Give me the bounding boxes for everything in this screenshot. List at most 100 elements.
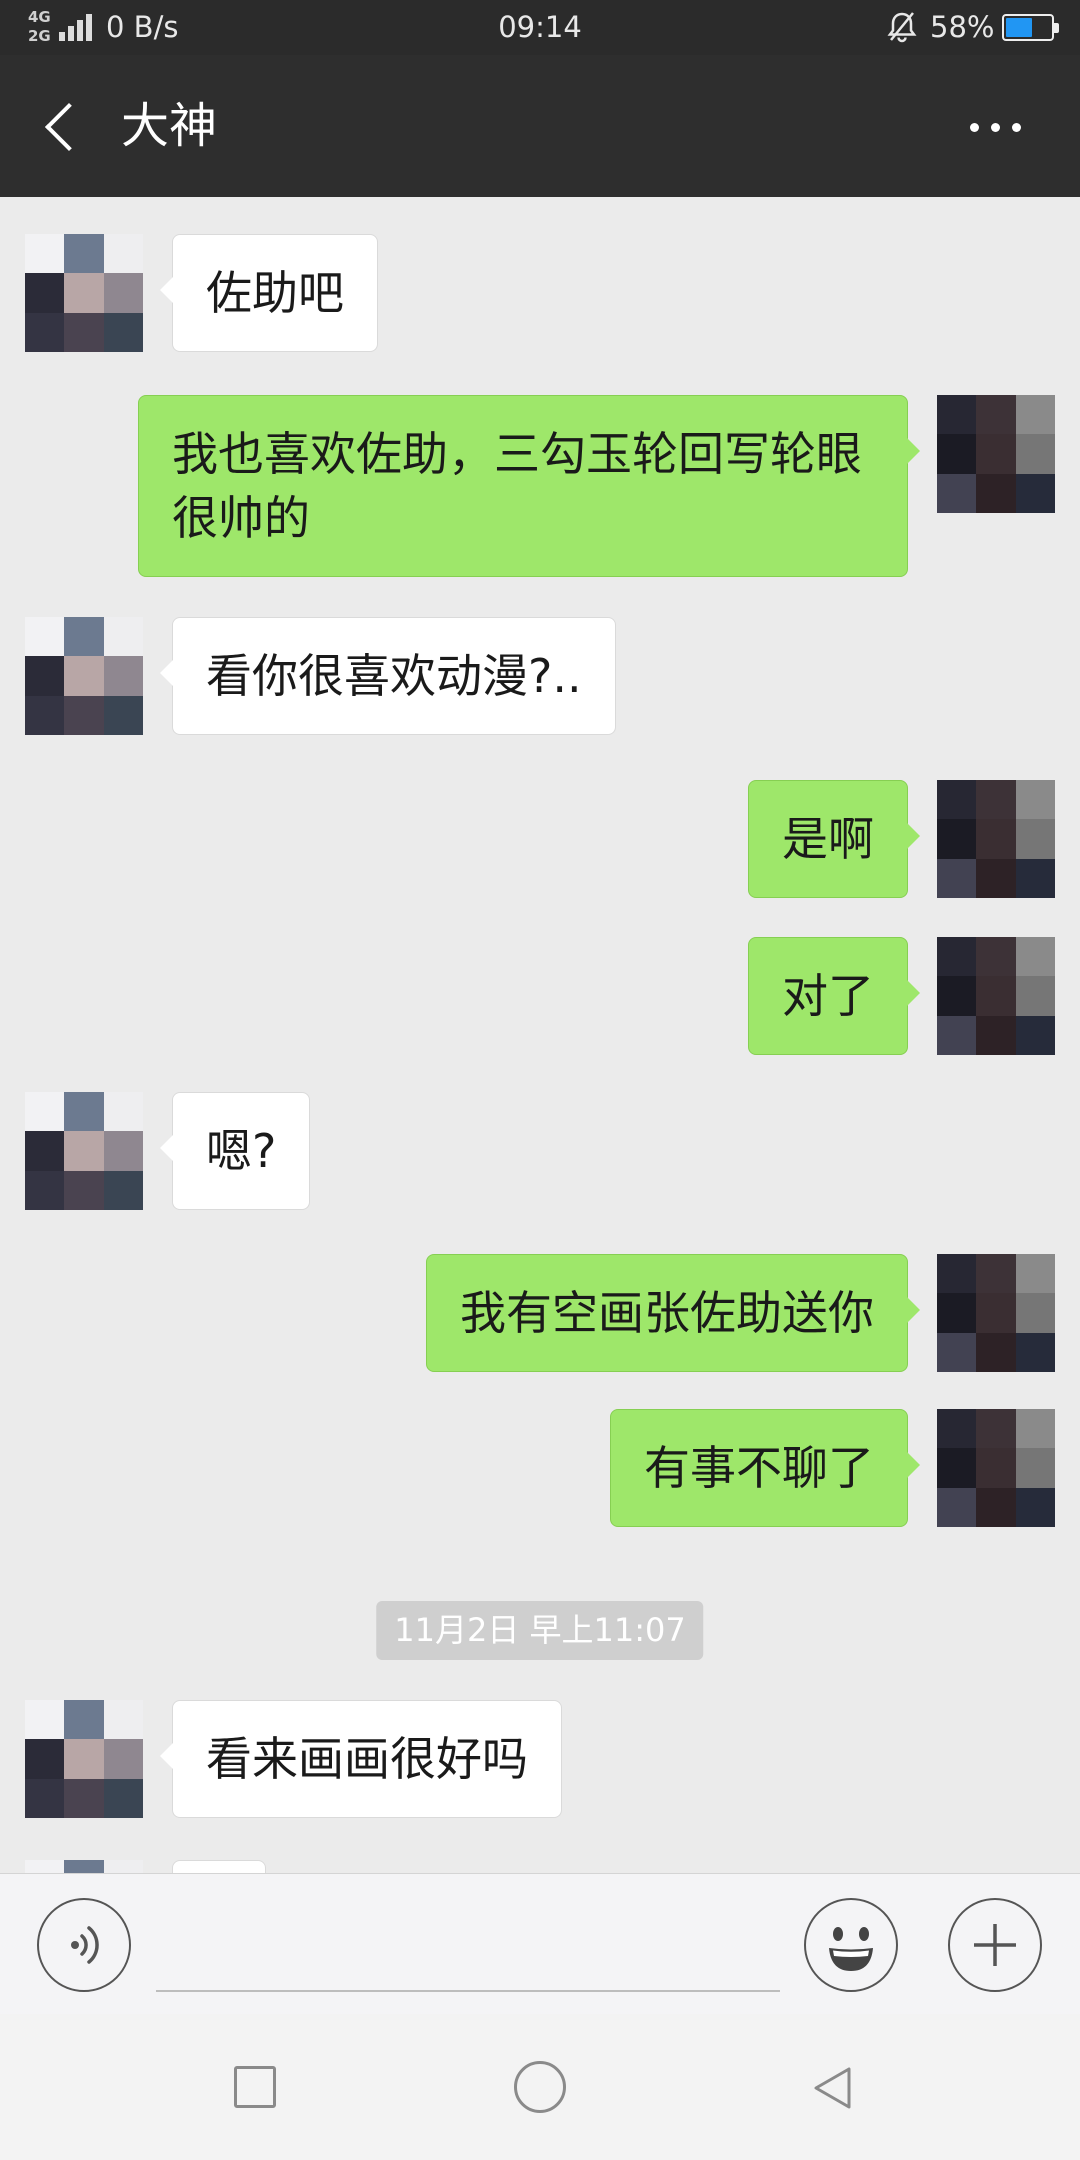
message-bubble[interactable]: 我有空画张佐助送你 [426, 1254, 920, 1372]
my-avatar[interactable] [937, 937, 1055, 1055]
avatar-tile [937, 1487, 977, 1527]
message-list[interactable]: 佐助吧 我也喜欢佐助，三勾玉轮回写轮眼很帅的 看你很喜欢动漫?.. 是啊 对了 … [0, 197, 1080, 1873]
square-icon[interactable] [234, 2066, 276, 2108]
emoji-button[interactable] [804, 1898, 898, 1992]
avatar-tile [103, 656, 143, 696]
avatar-tile [25, 695, 65, 735]
battery-level-fill [1006, 18, 1032, 37]
voice-button[interactable] [37, 1898, 131, 1992]
system-nav-bar [0, 2014, 1080, 2160]
more-button[interactable] [955, 97, 1035, 157]
avatar-tile [103, 312, 143, 352]
avatar-tile [1015, 473, 1055, 513]
avatar-tile [976, 473, 1016, 513]
my-avatar[interactable] [937, 395, 1055, 513]
avatar-tile [103, 1092, 143, 1132]
back-button[interactable] [20, 87, 100, 167]
avatar-tile [103, 1778, 143, 1818]
avatar-tile [976, 1015, 1016, 1055]
contact-avatar[interactable] [25, 1860, 143, 1873]
message-text: 有事不聊了 [644, 1441, 874, 1495]
avatar-tile [937, 819, 977, 859]
message-bubble[interactable]: 嗯? [159, 1092, 311, 1210]
avatar-tile [103, 1170, 143, 1210]
emoji-icon [828, 1926, 873, 1971]
message-bubble[interactable]: 对了 [748, 937, 920, 1055]
message-text: 我也喜欢佐助，三勾玉轮回写轮眼很帅的 [172, 427, 862, 545]
more-dots-icon [970, 123, 979, 132]
avatar-tile [25, 1860, 65, 1873]
avatar-tile [937, 937, 977, 977]
avatar-tile [937, 1409, 977, 1449]
message-bubble[interactable]: 佐助吧 [160, 234, 378, 352]
message-bubble[interactable]: 看你很喜欢动漫?.. [160, 617, 616, 735]
avatar-tile [64, 273, 104, 313]
avatar-tile [25, 234, 65, 274]
chevron-left-icon [44, 102, 94, 152]
message-text: 对了 [782, 969, 874, 1023]
avatar-tile [1015, 780, 1055, 820]
avatar-tile [64, 1092, 104, 1132]
contact-avatar[interactable] [25, 1092, 143, 1210]
avatar-tile [976, 395, 1016, 435]
avatar-tile [976, 1448, 1016, 1488]
message-bubble[interactable] [172, 1860, 266, 1873]
avatar-tile [25, 617, 65, 657]
avatar-tile [103, 1131, 143, 1171]
voice-icon [70, 1925, 99, 1964]
message-bubble[interactable]: 看来画画很好吗 [160, 1700, 562, 1818]
avatar-tile [976, 819, 1016, 859]
avatar-tile [937, 1015, 977, 1055]
avatar-tile [1015, 1448, 1055, 1488]
avatar-tile [25, 273, 65, 313]
my-avatar[interactable] [937, 780, 1055, 898]
message-bubble[interactable]: 我也喜欢佐助，三勾玉轮回写轮眼很帅的 [138, 395, 920, 577]
avatar-tile [1015, 395, 1055, 435]
message-bubble[interactable]: 是啊 [748, 780, 920, 898]
status-bar: 4G 2G 0 B/s 09:14 58% [0, 0, 1080, 55]
message-text: 佐助吧 [206, 266, 344, 320]
avatar-tile [103, 617, 143, 657]
avatar-tile [103, 695, 143, 735]
bell-off-icon [887, 12, 917, 43]
avatar-tile [64, 1739, 104, 1779]
avatar-tile [64, 617, 104, 657]
contact-avatar[interactable] [25, 617, 143, 735]
battery-percent: 58% [930, 10, 995, 44]
avatar-tile [976, 1409, 1016, 1449]
avatar-tile [1015, 1487, 1055, 1527]
avatar-tile [103, 234, 143, 274]
avatar-tile [1015, 1332, 1055, 1372]
avatar-tile [103, 1739, 143, 1779]
triangle-back-icon[interactable] [811, 2065, 853, 2111]
chat-header: 大神 [0, 55, 1080, 197]
contact-avatar[interactable] [25, 1700, 143, 1818]
avatar-tile [937, 780, 977, 820]
avatar-tile [976, 434, 1016, 474]
plus-button[interactable] [948, 1898, 1042, 1992]
message-bubble[interactable]: 有事不聊了 [610, 1409, 920, 1527]
message-text: 是啊 [782, 812, 874, 866]
avatar-tile [937, 1448, 977, 1488]
my-avatar[interactable] [937, 1254, 1055, 1372]
avatar-tile [25, 1092, 65, 1132]
avatar-tile [1015, 434, 1055, 474]
contact-avatar[interactable] [25, 234, 143, 352]
avatar-tile [64, 1170, 104, 1210]
avatar-tile [64, 1778, 104, 1818]
more-dots-icon [1012, 123, 1021, 132]
avatar-tile [976, 1254, 1016, 1294]
avatar-tile [103, 273, 143, 313]
message-input[interactable] [156, 1944, 780, 1992]
avatar-tile [976, 1487, 1016, 1527]
avatar-tile [1015, 1409, 1055, 1449]
avatar-tile [937, 395, 977, 435]
avatar-tile [976, 976, 1016, 1016]
circle-icon[interactable] [514, 2061, 566, 2113]
message-text: 嗯? [206, 1124, 277, 1178]
input-bar [0, 1873, 1080, 2014]
avatar-tile [976, 1332, 1016, 1372]
avatar-tile [1015, 976, 1055, 1016]
chat-title: 大神 [121, 98, 218, 154]
my-avatar[interactable] [937, 1409, 1055, 1527]
